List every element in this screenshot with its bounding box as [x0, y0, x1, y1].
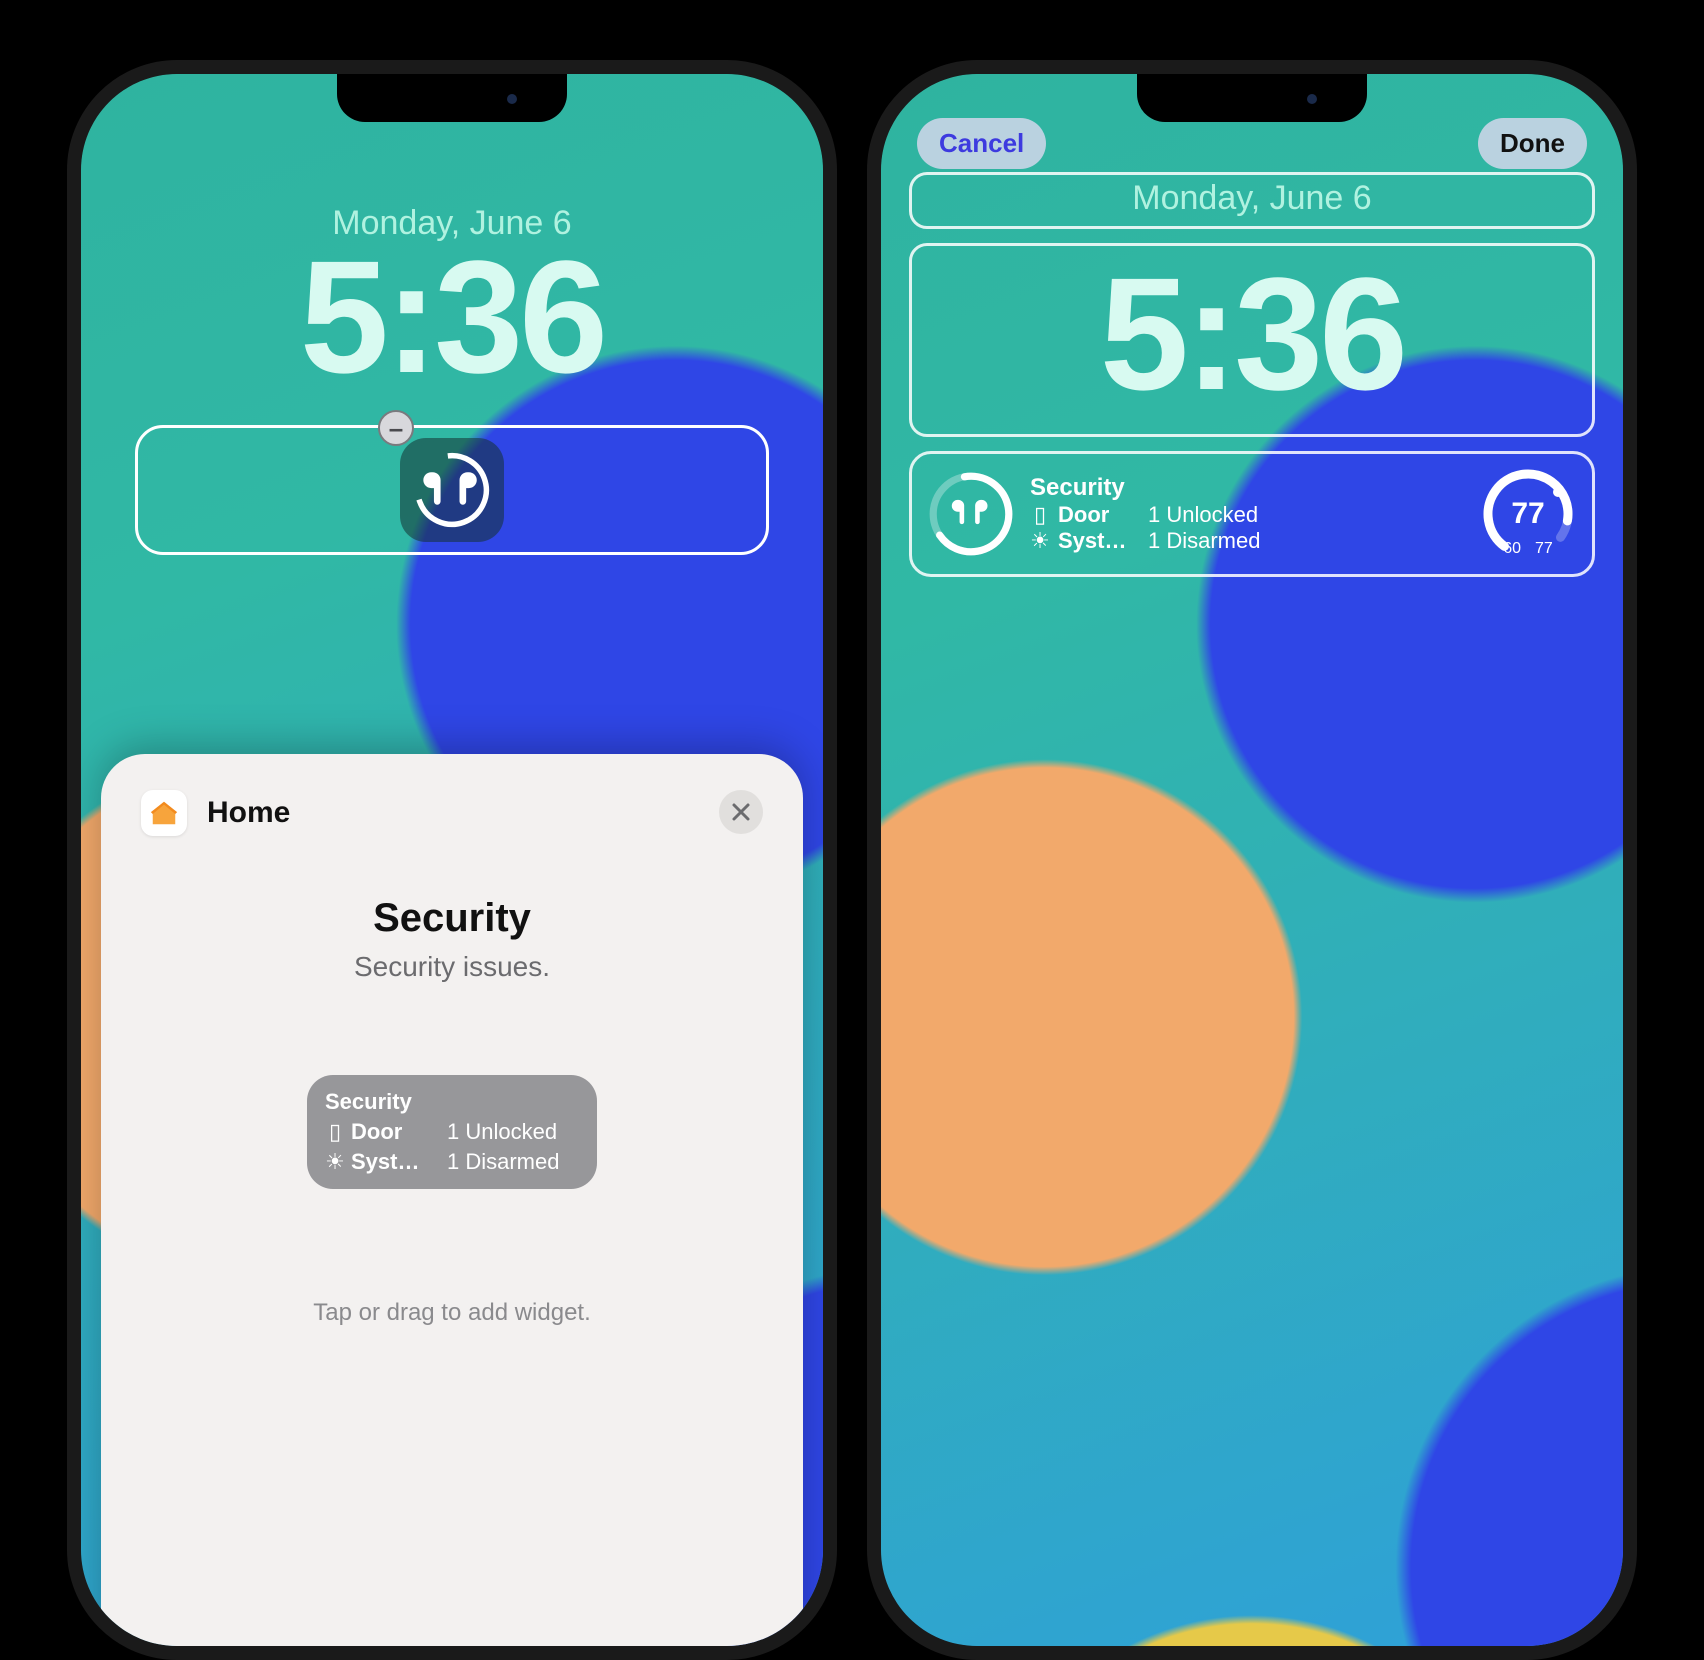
time-edit-slot[interactable]: 5:36 [909, 243, 1595, 437]
preview-row-label: Syst… [351, 1149, 441, 1175]
home-app-icon [141, 790, 187, 836]
door-icon: ▯ [325, 1119, 345, 1145]
security-row-label: Syst… [1058, 528, 1140, 554]
airpods-widget[interactable] [926, 469, 1016, 559]
preview-title: Security [325, 1089, 579, 1115]
widget-slot-bar[interactable]: Security ▯ Door 1 Unlocked ☀ Syst… 1 Dis… [909, 451, 1595, 577]
preview-row-door: ▯ Door 1 Unlocked [325, 1119, 579, 1145]
security-row-value: 1 Unlocked [1148, 502, 1258, 528]
notch [337, 74, 567, 122]
preview-row-value: 1 Unlocked [447, 1119, 557, 1145]
done-button[interactable]: Done [1478, 118, 1587, 169]
notch [1137, 74, 1367, 122]
security-row-value: 1 Disarmed [1148, 528, 1260, 554]
lock-date: Monday, June 6 [912, 179, 1592, 218]
widget-subtitle: Security issues. [141, 951, 763, 983]
remove-widget-button[interactable]: – [378, 410, 414, 446]
security-widget-preview[interactable]: Security ▯ Door 1 Unlocked ☀ Syst… 1 Dis… [307, 1075, 597, 1189]
temperature-low: 60 [1503, 540, 1521, 558]
sheet-hint: Tap or drag to add widget. [141, 1299, 763, 1327]
widget-picker-sheet: Home Security Security issues. Security … [101, 754, 803, 1660]
cancel-button[interactable]: Cancel [917, 118, 1046, 169]
alarm-icon: ☀ [325, 1149, 345, 1175]
airpods-icon [413, 451, 491, 529]
temperature-high: 77 [1535, 540, 1553, 558]
preview-row-system: ☀ Syst… 1 Disarmed [325, 1149, 579, 1175]
lock-time[interactable]: 5:36 [81, 237, 823, 397]
close-sheet-button[interactable] [719, 790, 763, 834]
date-edit-slot[interactable]: Monday, June 6 [909, 172, 1595, 229]
security-widget[interactable]: Security ▯ Door 1 Unlocked ☀ Syst… 1 Dis… [1030, 474, 1464, 554]
airpods-widget[interactable] [400, 438, 504, 542]
phone-left: Monday, June 6 5:36 – [67, 60, 837, 1660]
alarm-icon: ☀ [1030, 528, 1050, 554]
preview-row-value: 1 Disarmed [447, 1149, 559, 1175]
preview-row-label: Door [351, 1119, 441, 1145]
battery-ring-icon [926, 469, 1016, 559]
security-widget-title: Security [1030, 474, 1464, 502]
widget-slot-bar[interactable]: – [135, 425, 769, 555]
widget-title: Security [141, 896, 763, 941]
security-row-door: ▯ Door 1 Unlocked [1030, 502, 1464, 528]
close-icon [730, 801, 752, 823]
phone-right: Cancel Done Monday, June 6 5:36 [867, 60, 1637, 1660]
sheet-app-title: Home [207, 796, 290, 830]
security-row-system: ☀ Syst… 1 Disarmed [1030, 528, 1464, 554]
security-row-label: Door [1058, 502, 1140, 528]
lock-time: 5:36 [912, 254, 1592, 414]
door-icon: ▯ [1030, 502, 1050, 528]
temperature-widget[interactable]: 77 60 77 [1478, 464, 1578, 564]
